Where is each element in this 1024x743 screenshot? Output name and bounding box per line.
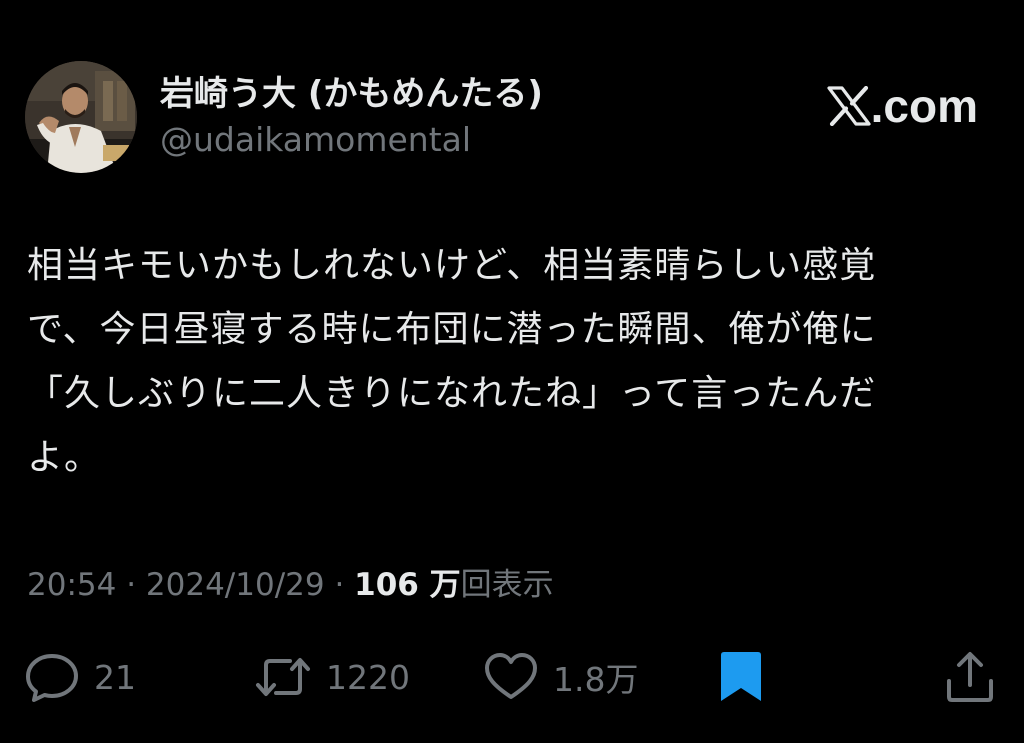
share-icon — [942, 649, 998, 705]
author-display-name[interactable]: 岩崎う大 (かもめんたる) — [160, 72, 543, 116]
repost-button[interactable]: 1220 — [254, 645, 410, 709]
tweet-text-line: 「久しぶりに二人きりになれたね」って言ったんだ — [27, 373, 877, 414]
repost-count: 1220 — [326, 657, 410, 697]
bookmark-icon — [716, 649, 766, 705]
reply-count: 21 — [94, 657, 136, 697]
avatar-photo — [25, 61, 137, 173]
repost-icon — [254, 649, 312, 705]
avatar[interactable] — [25, 61, 137, 173]
like-count: 1.8万 — [553, 660, 639, 699]
views-count: 106 万 — [354, 567, 461, 603]
reply-icon — [24, 649, 80, 705]
meta-separator: · — [324, 567, 355, 603]
tweet-time[interactable]: 20:54 — [27, 567, 116, 603]
like-button[interactable]: 1.8万 — [483, 645, 638, 709]
heart-icon — [483, 649, 539, 705]
brand-dot-com: .com — [870, 80, 978, 132]
x-brand: .com — [827, 80, 978, 132]
action-bar: 21 1220 1.8万 — [0, 645, 1024, 709]
tweet-text-line: 相当キモいかもしれないけど、相当素晴らしい感覚 — [27, 245, 877, 286]
bookmark-button[interactable] — [716, 645, 766, 709]
tweet-text-line: で、今日昼寝する時に布団に潜った瞬間、俺が俺に — [27, 309, 877, 350]
reply-button[interactable]: 21 — [24, 645, 136, 709]
tweet-meta: 20:54 · 2024/10/29 · 106 万回表示 — [27, 563, 554, 607]
tweet-date[interactable]: 2024/10/29 — [146, 567, 325, 603]
meta-separator: · — [116, 567, 146, 603]
views-label: 回表示 — [460, 567, 554, 603]
x-logo-icon — [827, 86, 871, 126]
tweet-text: 相当キモいかもしれないけど、相当素晴らしい感覚 で、今日昼寝する時に布団に潜った… — [27, 234, 977, 490]
author-handle[interactable]: @udaikamomental — [160, 119, 471, 161]
tweet-text-line: よ。 — [27, 437, 102, 478]
share-button[interactable] — [942, 645, 998, 709]
